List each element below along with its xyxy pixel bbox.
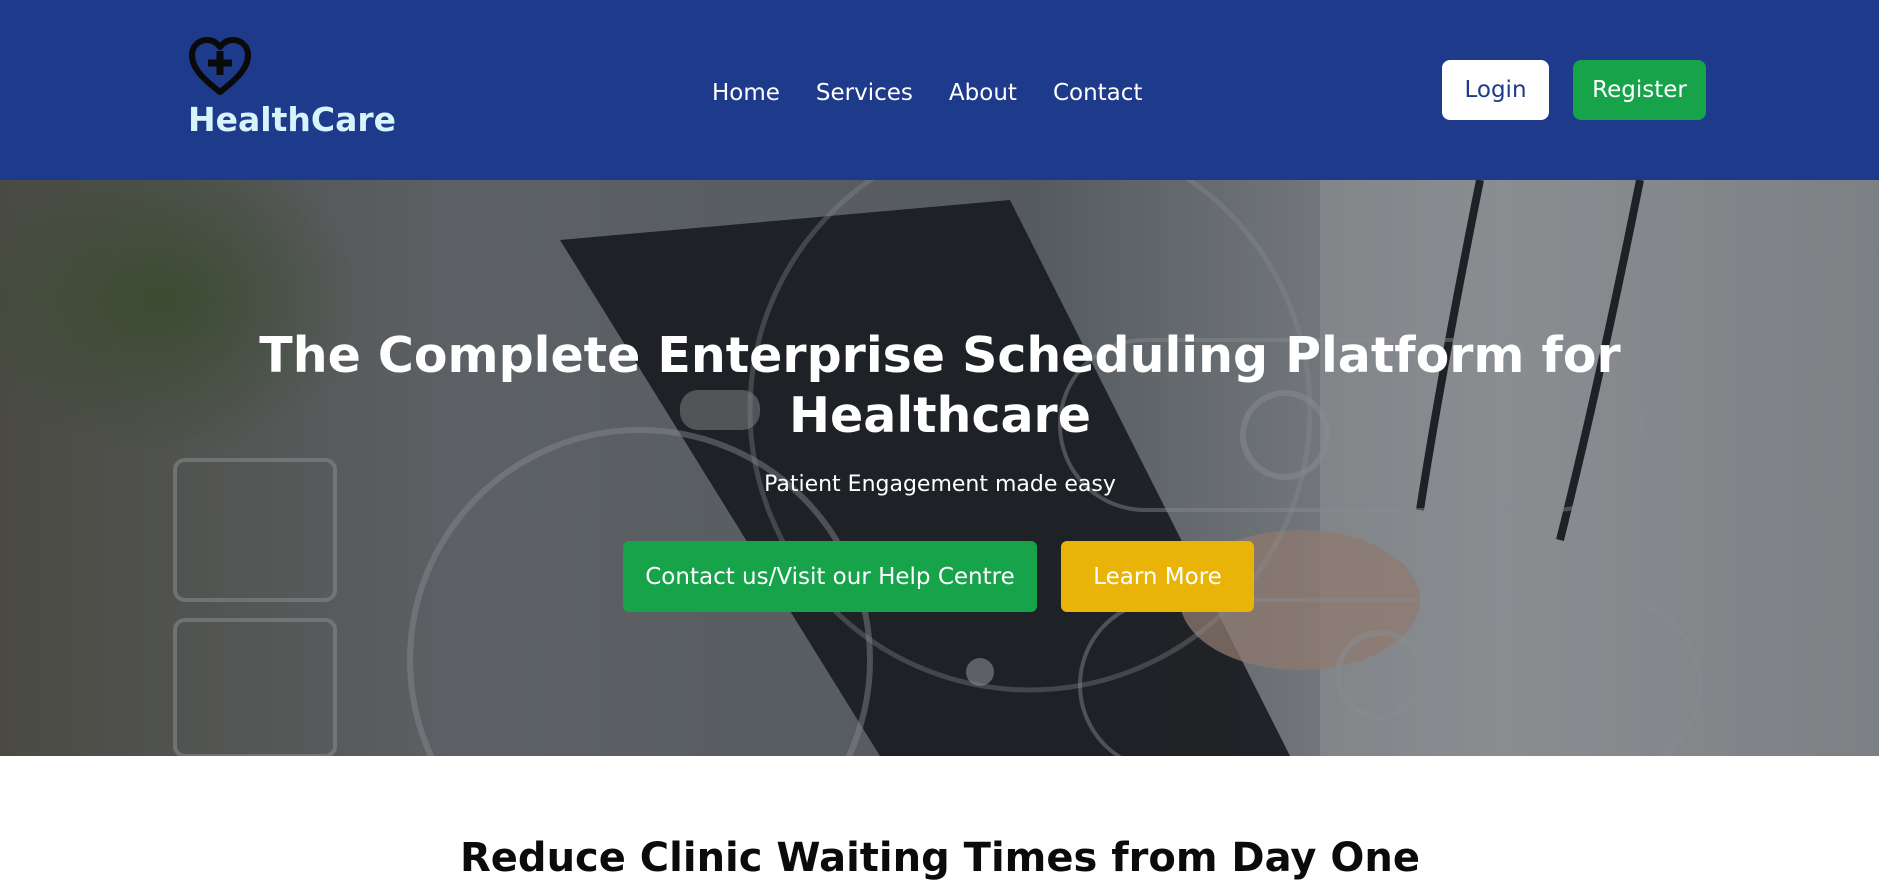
contact-help-centre-button[interactable]: Contact us/Visit our Help Centre	[623, 541, 1037, 612]
hero-title: The Complete Enterprise Scheduling Platf…	[259, 327, 1621, 444]
heart-plus-icon	[189, 37, 251, 95]
login-button[interactable]: Login	[1442, 60, 1549, 120]
site-header: HealthCare Home Services About Contact L…	[0, 0, 1879, 180]
hero-overlay	[0, 180, 1879, 756]
nav-contact[interactable]: Contact	[1053, 80, 1142, 106]
brand-name: HealthCare	[188, 100, 396, 139]
hero-section: The Complete Enterprise Scheduling Platf…	[0, 180, 1879, 756]
learn-more-button[interactable]: Learn More	[1061, 541, 1254, 612]
main-nav: Home Services About Contact	[712, 76, 1178, 110]
brand-logo[interactable]: HealthCare	[188, 36, 396, 146]
register-button[interactable]: Register	[1573, 60, 1706, 120]
hero-subtitle: Patient Engagement made easy	[764, 472, 1116, 497]
nav-about[interactable]: About	[949, 80, 1017, 106]
nav-services[interactable]: Services	[816, 80, 913, 106]
section-title: Reduce Clinic Waiting Times from Day One	[460, 835, 1420, 881]
nav-home[interactable]: Home	[712, 80, 780, 106]
